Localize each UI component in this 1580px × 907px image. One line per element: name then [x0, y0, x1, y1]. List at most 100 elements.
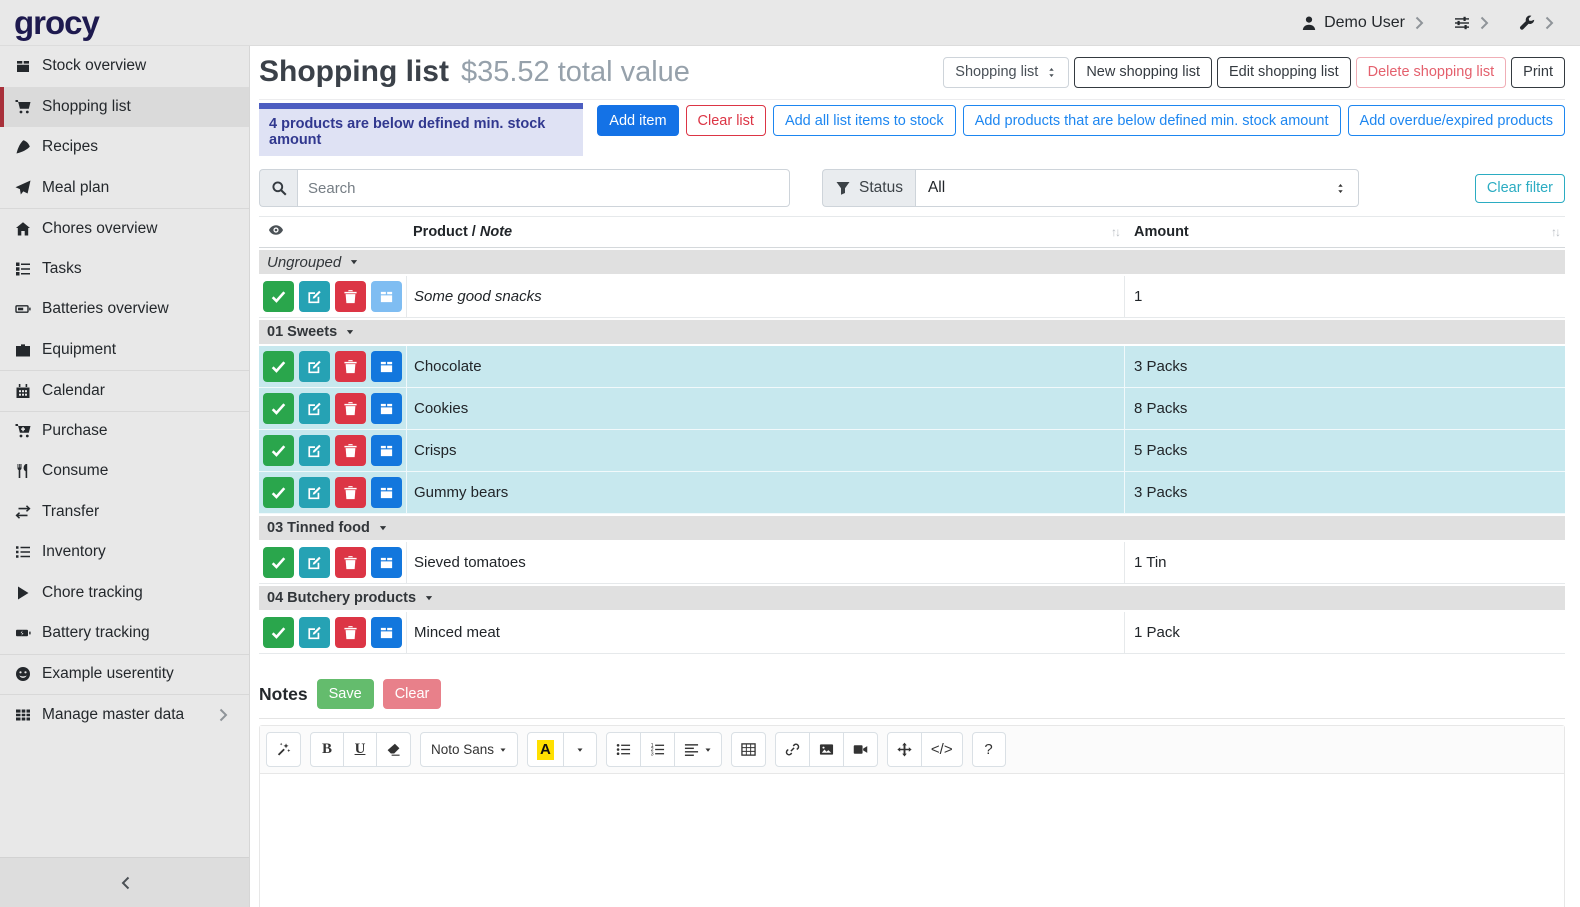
toolbar-group: 123	[606, 732, 722, 767]
delete-item-button[interactable]	[335, 435, 366, 466]
delete-item-button[interactable]	[335, 281, 366, 312]
min-stock-widget[interactable]: 4 products are below defined min. stock …	[259, 103, 583, 156]
paragraph-align-button[interactable]	[674, 732, 722, 767]
done-button[interactable]	[263, 435, 294, 466]
insert-video-button[interactable]	[843, 732, 878, 767]
toolbar-group: </>	[887, 732, 963, 767]
sidebar-item-tasks[interactable]: Tasks	[0, 249, 249, 290]
sidebar-item-batteries-overview[interactable]: Batteries overview	[0, 289, 249, 330]
main-content: Shopping list $35.52 total value Shoppin…	[250, 46, 1580, 907]
done-button[interactable]	[263, 281, 294, 312]
edit-item-button[interactable]	[299, 477, 330, 508]
note-header-text: Note	[480, 224, 512, 240]
ordered-list-button[interactable]: 123	[640, 732, 675, 767]
insert-picture-button[interactable]	[809, 732, 844, 767]
edit-item-button[interactable]	[299, 281, 330, 312]
sidebar-item-consume[interactable]: Consume	[0, 451, 249, 492]
delete-shopping-list-button[interactable]: Delete shopping list	[1356, 57, 1507, 88]
clear-format-button[interactable]	[376, 732, 411, 767]
user-menu[interactable]: Demo User	[1301, 14, 1428, 32]
add-item-button[interactable]: Add item	[597, 105, 678, 136]
edit-item-button[interactable]	[299, 393, 330, 424]
sidebar-item-example-userentity[interactable]: Example userentity	[0, 654, 249, 695]
edit-item-button[interactable]	[299, 547, 330, 578]
add-to-stock-button[interactable]	[371, 477, 402, 508]
edit-item-button[interactable]	[299, 351, 330, 382]
fullscreen-button[interactable]	[887, 732, 922, 767]
sidebar-item-chore-tracking[interactable]: Chore tracking	[0, 573, 249, 614]
delete-item-button[interactable]	[335, 351, 366, 382]
print-button[interactable]: Print	[1511, 57, 1565, 88]
sidebar-item-manage-master-data[interactable]: Manage master data	[0, 694, 249, 735]
sidebar-item-stock-overview[interactable]: Stock overview	[0, 46, 249, 87]
notes-clear-button[interactable]: Clear	[383, 679, 442, 709]
group-header-01-sweets[interactable]: 01 Sweets	[259, 318, 1565, 346]
delete-item-button[interactable]	[335, 547, 366, 578]
sidebar-item-transfer[interactable]: Transfer	[0, 492, 249, 533]
sidebar-item-chores-overview[interactable]: Chores overview	[0, 208, 249, 249]
search-input[interactable]	[297, 169, 790, 207]
bold-button[interactable]: B	[310, 732, 344, 767]
add-below-min-stock-button[interactable]: Add products that are below defined min.…	[963, 105, 1341, 136]
add-to-stock-button[interactable]	[371, 393, 402, 424]
admin-menu[interactable]	[1519, 15, 1558, 31]
codeview-button[interactable]: </>	[921, 732, 963, 767]
delete-item-button[interactable]	[335, 477, 366, 508]
done-button[interactable]	[263, 351, 294, 382]
edit-shopping-list-button[interactable]: Edit shopping list	[1217, 57, 1351, 88]
add-all-items-button[interactable]: Add all list items to stock	[773, 105, 956, 136]
group-header-ungrouped[interactable]: Ungrouped	[259, 248, 1565, 276]
sidebar-item-label: Batteries overview	[42, 300, 169, 318]
status-filter-select[interactable]: All	[915, 169, 1359, 207]
underline-button[interactable]: U	[343, 732, 377, 767]
settings-menu[interactable]	[1454, 15, 1493, 31]
delete-item-button[interactable]	[335, 617, 366, 648]
unordered-list-button[interactable]	[606, 732, 641, 767]
done-button[interactable]	[263, 547, 294, 578]
edit-item-button[interactable]	[299, 435, 330, 466]
grocy-logo: grocy	[0, 6, 250, 39]
done-button[interactable]	[263, 477, 294, 508]
sidebar-item-shopping-list[interactable]: Shopping list	[0, 87, 249, 128]
font-color-caret-button[interactable]	[563, 732, 597, 767]
new-shopping-list-button[interactable]: New shopping list	[1074, 57, 1212, 88]
add-to-stock-button[interactable]	[371, 281, 402, 312]
sidebar-collapse-button[interactable]	[0, 857, 249, 907]
calendar-icon	[14, 383, 32, 399]
magic-style-button[interactable]	[266, 732, 301, 767]
delete-item-button[interactable]	[335, 393, 366, 424]
sort-icon[interactable]: ↑↓	[1551, 225, 1559, 239]
edit-item-button[interactable]	[299, 617, 330, 648]
sidebar-item-calendar[interactable]: Calendar	[0, 370, 249, 411]
shopping-list-select[interactable]: Shopping list	[943, 57, 1069, 88]
product-column-header[interactable]: Product / Note ↑↓	[407, 224, 1125, 240]
sidebar-item-battery-tracking[interactable]: Battery tracking	[0, 613, 249, 654]
add-to-stock-button[interactable]	[371, 547, 402, 578]
sort-icon[interactable]: ↑↓	[1111, 225, 1119, 239]
sidebar-item-purchase[interactable]: Purchase	[0, 411, 249, 452]
done-button[interactable]	[263, 393, 294, 424]
select-arrows-icon	[1046, 67, 1057, 78]
eye-icon[interactable]	[268, 222, 284, 238]
sidebar-item-inventory[interactable]: Inventory	[0, 532, 249, 573]
help-button[interactable]: ?	[972, 732, 1006, 767]
add-overdue-button[interactable]: Add overdue/expired products	[1348, 105, 1565, 136]
insert-link-button[interactable]	[775, 732, 810, 767]
insert-table-button[interactable]	[731, 732, 766, 767]
notes-save-button[interactable]: Save	[317, 679, 374, 709]
font-color-button[interactable]: A	[527, 732, 564, 767]
notes-editor-content[interactable]	[260, 774, 1564, 907]
sidebar-item-recipes[interactable]: Recipes	[0, 127, 249, 168]
font-family-select[interactable]: Noto Sans	[420, 732, 518, 767]
clear-filter-button[interactable]: Clear filter	[1475, 174, 1565, 203]
add-to-stock-button[interactable]	[371, 435, 402, 466]
add-to-stock-button[interactable]	[371, 617, 402, 648]
done-button[interactable]	[263, 617, 294, 648]
add-to-stock-button[interactable]	[371, 351, 402, 382]
group-header-03-tinned-food[interactable]: 03 Tinned food	[259, 514, 1565, 542]
amount-column-header[interactable]: Amount ↑↓	[1125, 224, 1565, 240]
sidebar-item-meal-plan[interactable]: Meal plan	[0, 168, 249, 209]
sidebar-item-equipment[interactable]: Equipment	[0, 330, 249, 371]
clear-list-button[interactable]: Clear list	[686, 105, 766, 136]
group-header-04-butchery-products[interactable]: 04 Butchery products	[259, 584, 1565, 612]
